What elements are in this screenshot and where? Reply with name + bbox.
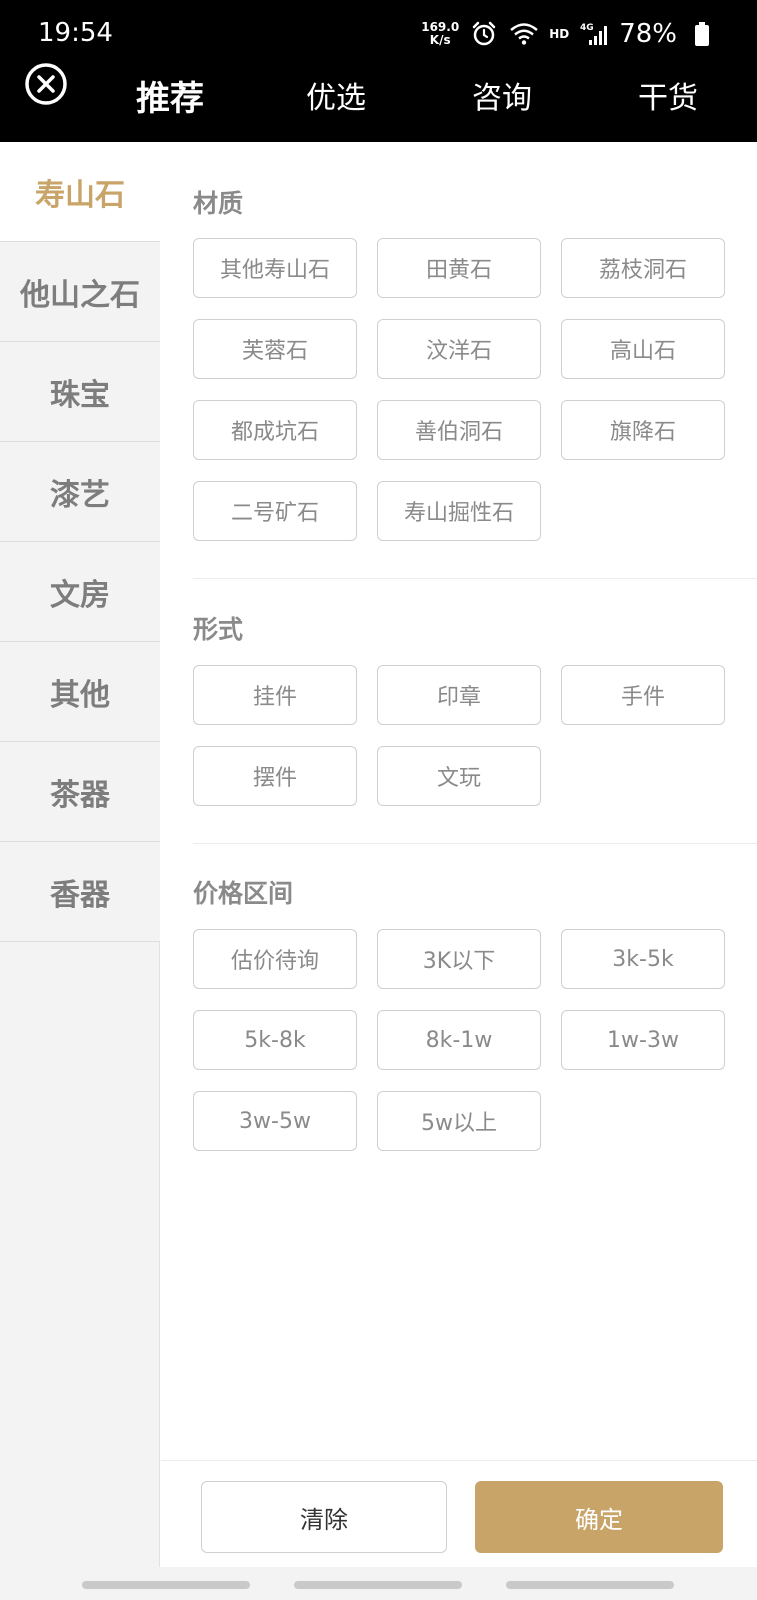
signal-icon: 4G bbox=[579, 19, 609, 49]
filter-chip[interactable]: 善伯洞石 bbox=[377, 400, 541, 460]
section-divider bbox=[193, 843, 757, 844]
confirm-button[interactable]: 确定 bbox=[475, 1481, 723, 1553]
status-icons: 169.0 K/s HD 4G 78% bbox=[421, 16, 717, 52]
nav-tab-consult[interactable]: 咨询 bbox=[464, 76, 540, 122]
category-sidebar: 寿山石 他山之石 珠宝 漆艺 文房 其他 茶器 香器 bbox=[0, 142, 160, 1567]
section-divider bbox=[193, 578, 757, 579]
network-speed-unit: K/s bbox=[429, 33, 451, 47]
filter-chip[interactable]: 估价待询 bbox=[193, 929, 357, 989]
filter-chip[interactable]: 手件 bbox=[561, 665, 725, 725]
filter-chip[interactable]: 田黄石 bbox=[377, 238, 541, 298]
gesture-pill[interactable] bbox=[82, 1581, 250, 1589]
sidebar-item-shoushan-stone[interactable]: 寿山石 bbox=[0, 142, 160, 242]
network-type-label: 4G bbox=[580, 23, 594, 33]
filter-chip[interactable]: 摆件 bbox=[193, 746, 357, 806]
nav-tab-featured[interactable]: 优选 bbox=[298, 76, 374, 122]
wifi-icon bbox=[509, 19, 539, 49]
filter-chip[interactable]: 寿山掘性石 bbox=[377, 481, 541, 541]
status-time: 19:54 bbox=[38, 18, 113, 48]
battery-icon bbox=[687, 19, 717, 49]
filter-chip[interactable]: 3k-5k bbox=[561, 929, 725, 989]
section-title-price: 价格区间 bbox=[193, 879, 294, 908]
sidebar-item-other-stones[interactable]: 他山之石 bbox=[0, 242, 160, 342]
filter-panel: 材质 其他寿山石 田黄石 荔枝洞石 芙蓉石 汶洋石 高山石 都成坑石 善伯洞石 … bbox=[161, 142, 757, 1460]
section-title-material: 材质 bbox=[193, 189, 244, 218]
top-bar: 19:54 169.0 K/s HD 4G 78% 推荐 优选 咨询 干货 bbox=[0, 0, 757, 142]
filter-chip[interactable]: 3w-5w bbox=[193, 1091, 357, 1151]
filter-chip[interactable]: 荔枝洞石 bbox=[561, 238, 725, 298]
hd-label: HD bbox=[549, 27, 570, 41]
filter-chip[interactable]: 3K以下 bbox=[377, 929, 541, 989]
sidebar-item-lacquer[interactable]: 漆艺 bbox=[0, 442, 160, 542]
sidebar-item-jewelry[interactable]: 珠宝 bbox=[0, 342, 160, 442]
filter-chip[interactable]: 文玩 bbox=[377, 746, 541, 806]
sidebar-item-incense-ware[interactable]: 香器 bbox=[0, 842, 160, 942]
filter-actions: 清除 确定 bbox=[161, 1460, 757, 1567]
filter-chip[interactable]: 1w-3w bbox=[561, 1010, 725, 1070]
nav-tab-tips[interactable]: 干货 bbox=[630, 76, 706, 122]
filter-chip[interactable]: 芙蓉石 bbox=[193, 319, 357, 379]
filter-chip[interactable]: 其他寿山石 bbox=[193, 238, 357, 298]
gesture-pill[interactable] bbox=[294, 1581, 462, 1589]
filter-chip[interactable]: 5k-8k bbox=[193, 1010, 357, 1070]
close-button[interactable] bbox=[24, 62, 68, 106]
filter-chip[interactable]: 高山石 bbox=[561, 319, 725, 379]
filter-chip[interactable]: 8k-1w bbox=[377, 1010, 541, 1070]
filter-chip[interactable]: 印章 bbox=[377, 665, 541, 725]
close-circle-icon bbox=[25, 63, 67, 105]
network-speed: 169.0 K/s bbox=[421, 21, 459, 47]
filter-chip[interactable]: 汶洋石 bbox=[377, 319, 541, 379]
gesture-bar bbox=[0, 1567, 757, 1600]
sidebar-item-tea-ware[interactable]: 茶器 bbox=[0, 742, 160, 842]
filter-chip[interactable]: 都成坑石 bbox=[193, 400, 357, 460]
filter-chip[interactable]: 挂件 bbox=[193, 665, 357, 725]
battery-percent: 78% bbox=[619, 19, 677, 49]
nav-tab-recommend[interactable]: 推荐 bbox=[128, 76, 212, 122]
section-title-form: 形式 bbox=[193, 615, 244, 644]
alarm-icon bbox=[469, 19, 499, 49]
filter-chip[interactable]: 5w以上 bbox=[377, 1091, 541, 1151]
filter-chip[interactable]: 二号矿石 bbox=[193, 481, 357, 541]
clear-button[interactable]: 清除 bbox=[201, 1481, 447, 1553]
filter-chip[interactable]: 旗降石 bbox=[561, 400, 725, 460]
sidebar-item-others[interactable]: 其他 bbox=[0, 642, 160, 742]
gesture-pill[interactable] bbox=[506, 1581, 674, 1589]
sidebar-item-stationery[interactable]: 文房 bbox=[0, 542, 160, 642]
